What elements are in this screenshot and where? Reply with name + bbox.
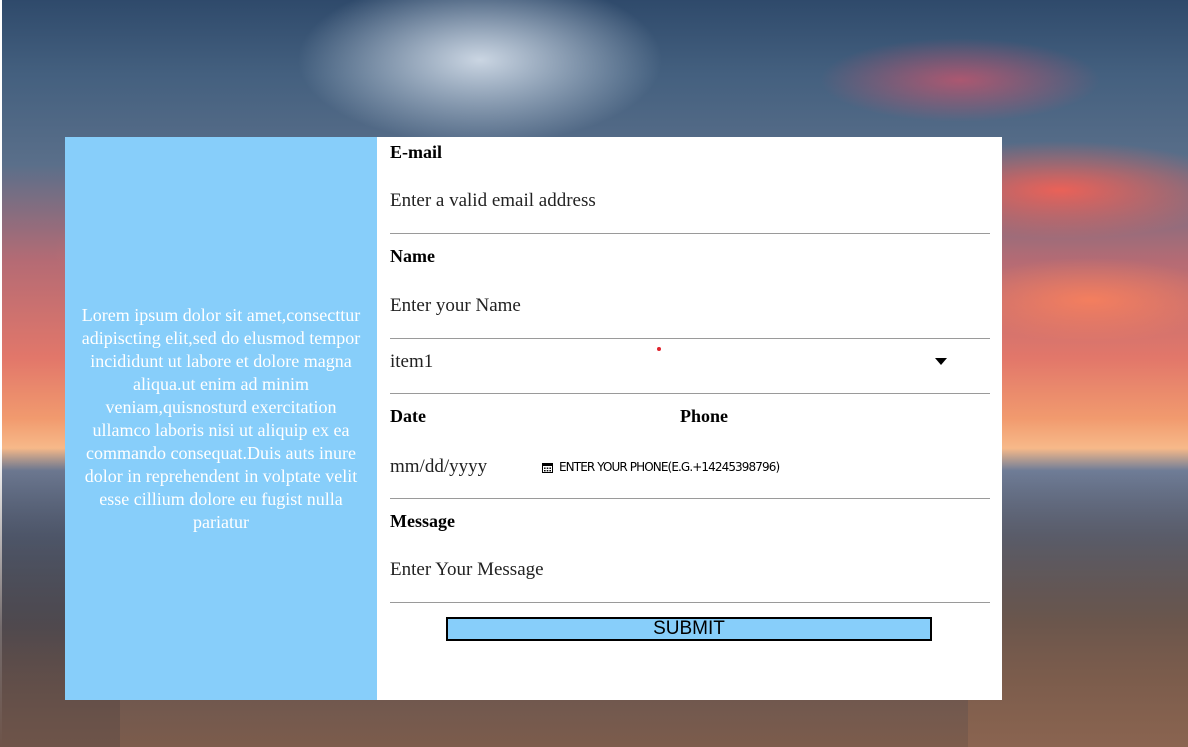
phone-field[interactable]: ENTER YOUR PHONE(E.G.+14245398796) bbox=[542, 460, 780, 474]
intro-panel: Lorem ipsum dolor sit amet,consecttur ad… bbox=[65, 137, 377, 700]
name-underline bbox=[390, 338, 990, 339]
contact-card: Lorem ipsum dolor sit amet,consecttur ad… bbox=[65, 137, 1002, 700]
message-label: Message bbox=[390, 511, 455, 531]
contact-form: E-mail Enter a valid email address Name … bbox=[377, 137, 1002, 700]
intro-text: Lorem ipsum dolor sit amet,consecttur ad… bbox=[81, 304, 361, 532]
phone-placeholder: ENTER YOUR PHONE(E.G.+14245398796) bbox=[559, 460, 780, 474]
calendar-icon[interactable] bbox=[542, 462, 553, 473]
date-phone-underline bbox=[390, 498, 990, 499]
submit-button[interactable]: SUBMIT bbox=[446, 617, 932, 641]
date-field[interactable]: mm/dd/yyyy bbox=[390, 456, 487, 478]
email-label: E-mail bbox=[390, 142, 442, 162]
email-underline bbox=[390, 233, 990, 234]
item-select[interactable]: item1 bbox=[390, 351, 433, 373]
message-underline bbox=[390, 602, 990, 603]
name-field[interactable]: Enter your Name bbox=[390, 295, 521, 317]
message-field[interactable]: Enter Your Message bbox=[390, 559, 544, 581]
phone-label: Phone bbox=[680, 406, 729, 426]
name-label: Name bbox=[390, 246, 435, 266]
email-field[interactable]: Enter a valid email address bbox=[390, 190, 596, 212]
indicator-dot bbox=[657, 347, 661, 351]
date-label: Date bbox=[390, 406, 426, 426]
caret-down-icon[interactable] bbox=[935, 358, 947, 365]
select-underline bbox=[390, 393, 990, 394]
